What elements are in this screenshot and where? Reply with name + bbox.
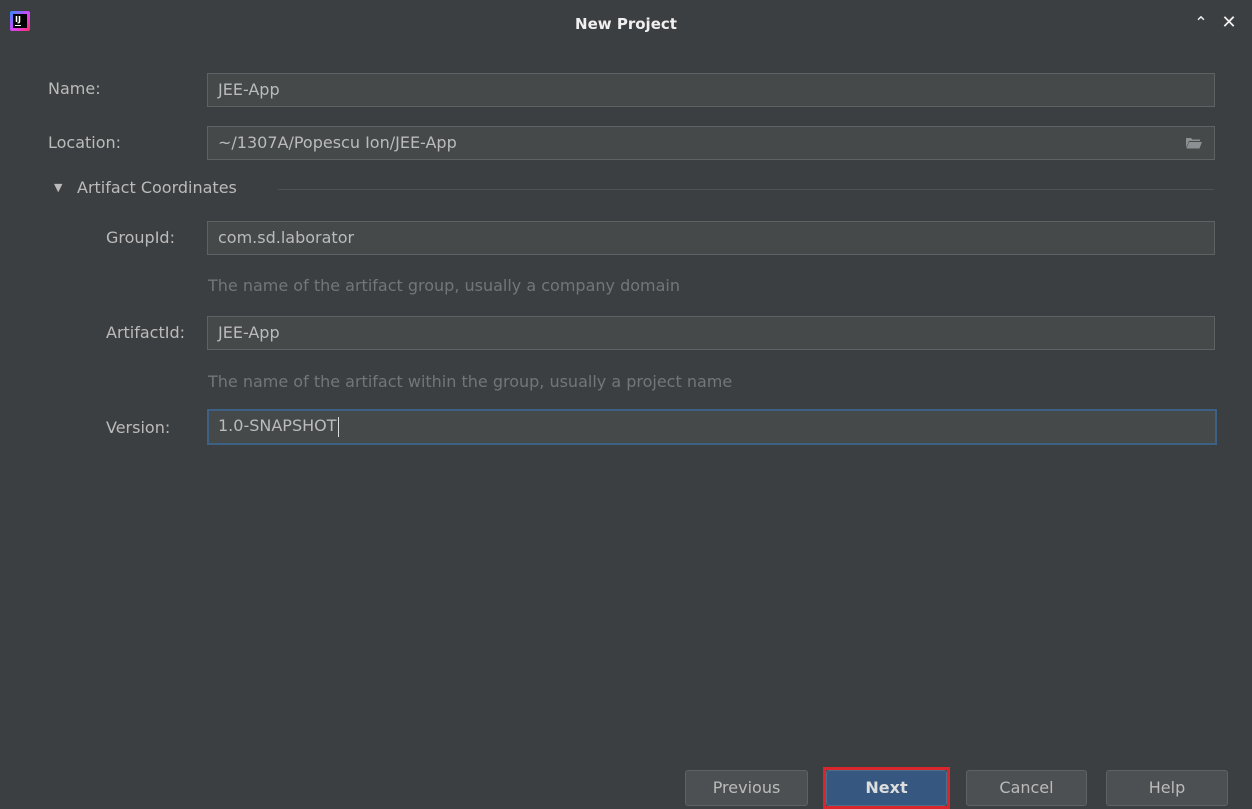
groupid-label: GroupId: <box>106 228 175 247</box>
text-caret <box>337 416 339 437</box>
name-field[interactable]: JEE-App <box>207 73 1215 107</box>
version-field[interactable]: 1.0-SNAPSHOT <box>207 409 1217 445</box>
location-field[interactable]: ~/1307A/Popescu Ion/JEE-App <box>207 126 1215 160</box>
title-bar: IJ New Project ⌃ ✕ <box>0 0 1252 56</box>
cancel-button[interactable]: Cancel <box>966 770 1087 806</box>
artifactid-field[interactable]: JEE-App <box>207 316 1215 350</box>
version-label: Version: <box>106 418 171 437</box>
artifactid-hint: The name of the artifact within the grou… <box>208 372 733 391</box>
location-value: ~/1307A/Popescu Ion/JEE-App <box>218 133 457 152</box>
triangle-down-icon[interactable]: ▼ <box>54 181 62 194</box>
new-project-dialog: IJ New Project ⌃ ✕ Name: JEE-App Locatio… <box>0 0 1252 809</box>
close-icon[interactable]: ✕ <box>1218 12 1240 34</box>
name-label: Name: <box>48 79 101 98</box>
previous-button[interactable]: Previous <box>685 770 808 806</box>
location-label: Location: <box>48 133 122 152</box>
section-divider <box>278 189 1214 190</box>
dialog-title: New Project <box>575 15 677 33</box>
collapse-icon[interactable]: ⌃ <box>1190 12 1212 34</box>
help-button[interactable]: Help <box>1106 770 1228 806</box>
artifactid-value: JEE-App <box>218 323 280 342</box>
folder-icon[interactable] <box>1186 137 1202 149</box>
groupid-value: com.sd.laborator <box>218 228 355 247</box>
groupid-field[interactable]: com.sd.laborator <box>207 221 1215 255</box>
version-value: 1.0-SNAPSHOT <box>218 416 337 435</box>
next-button[interactable]: Next <box>826 770 947 806</box>
artifactid-label: ArtifactId: <box>106 323 186 342</box>
groupid-hint: The name of the artifact group, usually … <box>208 276 680 295</box>
artifact-coordinates-title[interactable]: Artifact Coordinates <box>77 178 237 197</box>
name-value: JEE-App <box>218 80 280 99</box>
